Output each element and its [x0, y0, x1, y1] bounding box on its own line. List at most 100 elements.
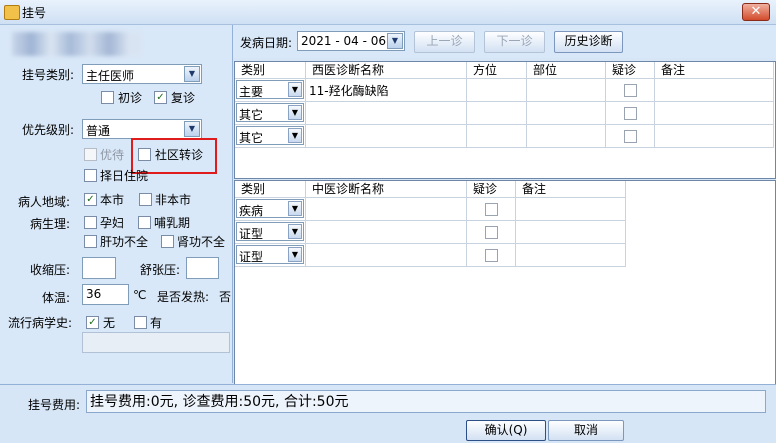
kidney-label: 肾功不全 — [177, 235, 226, 249]
close-button[interactable]: ✕ — [742, 3, 770, 21]
cancel-button[interactable]: 取消 — [548, 420, 624, 441]
suspected-checkbox[interactable] — [485, 249, 498, 262]
patient-info-blurred — [12, 32, 142, 56]
chevron-down-icon[interactable]: ▼ — [288, 201, 302, 216]
tcm-name-cell[interactable] — [306, 244, 467, 267]
onset-date-picker[interactable]: 2021 - 04 - 06 ▼ — [297, 31, 405, 51]
tcm-name-cell[interactable] — [306, 221, 467, 244]
category-cell: 其它 ▼ — [235, 125, 306, 148]
category-cell: 疾病 ▼ — [235, 198, 306, 221]
category-select[interactable]: 疾病 ▼ — [236, 199, 304, 218]
fever-value: 否 — [219, 290, 232, 304]
category-cell: 证型 ▼ — [235, 244, 306, 267]
chevron-down-icon[interactable]: ▼ — [387, 33, 403, 49]
epidemiology-label: 流行病学史: — [8, 316, 73, 330]
suspected-checkbox[interactable] — [624, 130, 637, 143]
first-visit-checkbox[interactable] — [101, 91, 114, 104]
chevron-down-icon[interactable]: ▼ — [288, 224, 302, 239]
western-diagnosis-grid: 类别 西医诊断名称 方位 部位 疑诊 备注 主要 ▼ 11-羟化酶缺陷 其它 ▼ 其… — [234, 61, 776, 179]
suspected-checkbox[interactable] — [624, 84, 637, 97]
chevron-down-icon[interactable]: ▼ — [184, 66, 200, 82]
suspected-cell — [467, 244, 516, 267]
suspected-checkbox[interactable] — [485, 203, 498, 216]
systolic-input[interactable] — [82, 257, 116, 279]
column-header[interactable]: 中医诊断名称 — [306, 181, 467, 198]
nonlocal-checkbox[interactable] — [139, 193, 152, 206]
column-header[interactable]: 备注 — [655, 62, 774, 79]
return-visit-label: 复诊 — [171, 91, 196, 105]
category-select[interactable]: 其它 ▼ — [236, 103, 304, 122]
choose-day-label: 择日住院 — [100, 169, 149, 183]
column-header[interactable]: 类别 — [235, 181, 306, 198]
choose-day-checkbox[interactable] — [84, 169, 97, 182]
category-select[interactable]: 证型 ▼ — [236, 222, 304, 241]
onset-date-label: 发病日期: — [240, 36, 293, 50]
chevron-down-icon[interactable]: ▼ — [288, 105, 302, 120]
local-checkbox[interactable]: ✓ — [84, 193, 97, 206]
reg-type-select[interactable]: 主任医师 ▼ — [82, 64, 202, 84]
temperature-input[interactable]: 36 — [82, 284, 129, 305]
position-cell[interactable] — [467, 79, 527, 102]
column-header[interactable]: 类别 — [235, 62, 306, 79]
temperature-unit: ℃ — [133, 288, 147, 302]
column-header[interactable]: 疑诊 — [606, 62, 655, 79]
confirm-button[interactable]: 确认(Q) — [466, 420, 546, 441]
epi-none-checkbox[interactable]: ✓ — [86, 316, 99, 329]
lactating-label: 哺乳期 — [154, 216, 191, 230]
vip-checkbox[interactable] — [84, 148, 97, 161]
diagnosis-name-cell[interactable] — [306, 125, 467, 148]
return-visit-checkbox[interactable]: ✓ — [154, 91, 167, 104]
epi-yes-checkbox[interactable] — [134, 316, 147, 329]
site-cell[interactable] — [527, 79, 606, 102]
column-header[interactable]: 疑诊 — [467, 181, 516, 198]
category-select[interactable]: 主要 ▼ — [236, 80, 304, 99]
chevron-down-icon[interactable]: ▼ — [288, 128, 302, 143]
chevron-down-icon[interactable]: ▼ — [288, 247, 302, 262]
category-cell: 主要 ▼ — [235, 79, 306, 102]
position-cell[interactable] — [467, 125, 527, 148]
remark-cell[interactable] — [655, 102, 774, 125]
column-header[interactable]: 方位 — [467, 62, 527, 79]
remark-cell[interactable] — [655, 79, 774, 102]
site-cell[interactable] — [527, 125, 606, 148]
liver-checkbox[interactable] — [84, 235, 97, 248]
category-select[interactable]: 其它 ▼ — [236, 126, 304, 145]
title-bar: 挂号 ✕ — [0, 0, 776, 25]
priority-select[interactable]: 普通 ▼ — [82, 119, 202, 139]
tcm-name-cell[interactable] — [306, 198, 467, 221]
lactating-checkbox[interactable] — [138, 216, 151, 229]
fee-display: 挂号费用:0元, 诊查费用:50元, 合计:50元 — [86, 390, 766, 413]
priority-label: 优先级别: — [22, 123, 75, 137]
diagnosis-name-cell[interactable]: 11-羟化酶缺陷 — [306, 79, 467, 102]
next-visit-button[interactable]: 下一诊 — [484, 31, 545, 53]
suspected-cell — [467, 221, 516, 244]
suspected-cell — [606, 125, 655, 148]
history-diagnosis-button[interactable]: 历史诊断 — [554, 31, 623, 53]
physio-label: 病生理: — [30, 217, 71, 231]
epi-yes-label: 有 — [150, 316, 163, 330]
remark-cell[interactable] — [516, 221, 626, 244]
category-select[interactable]: 证型 ▼ — [236, 245, 304, 264]
kidney-checkbox[interactable] — [161, 235, 174, 248]
chevron-down-icon[interactable]: ▼ — [288, 82, 302, 97]
position-cell[interactable] — [467, 102, 527, 125]
column-header[interactable]: 西医诊断名称 — [306, 62, 467, 79]
suspected-checkbox[interactable] — [624, 107, 637, 120]
reg-type-label: 挂号类别: — [22, 68, 75, 82]
remark-cell[interactable] — [516, 198, 626, 221]
remark-cell[interactable] — [516, 244, 626, 267]
remark-cell[interactable] — [655, 125, 774, 148]
column-header[interactable]: 备注 — [516, 181, 626, 198]
epi-detail-input[interactable] — [82, 332, 230, 353]
systolic-label: 收缩压: — [30, 263, 71, 277]
suspected-checkbox[interactable] — [485, 226, 498, 239]
chevron-down-icon[interactable]: ▼ — [184, 121, 200, 137]
app-icon — [4, 5, 20, 20]
column-header[interactable]: 部位 — [527, 62, 606, 79]
prev-visit-button[interactable]: 上一诊 — [414, 31, 475, 53]
first-visit-label: 初诊 — [118, 91, 143, 105]
diagnosis-name-cell[interactable] — [306, 102, 467, 125]
pregnant-checkbox[interactable] — [84, 216, 97, 229]
site-cell[interactable] — [527, 102, 606, 125]
diastolic-input[interactable] — [186, 257, 219, 279]
